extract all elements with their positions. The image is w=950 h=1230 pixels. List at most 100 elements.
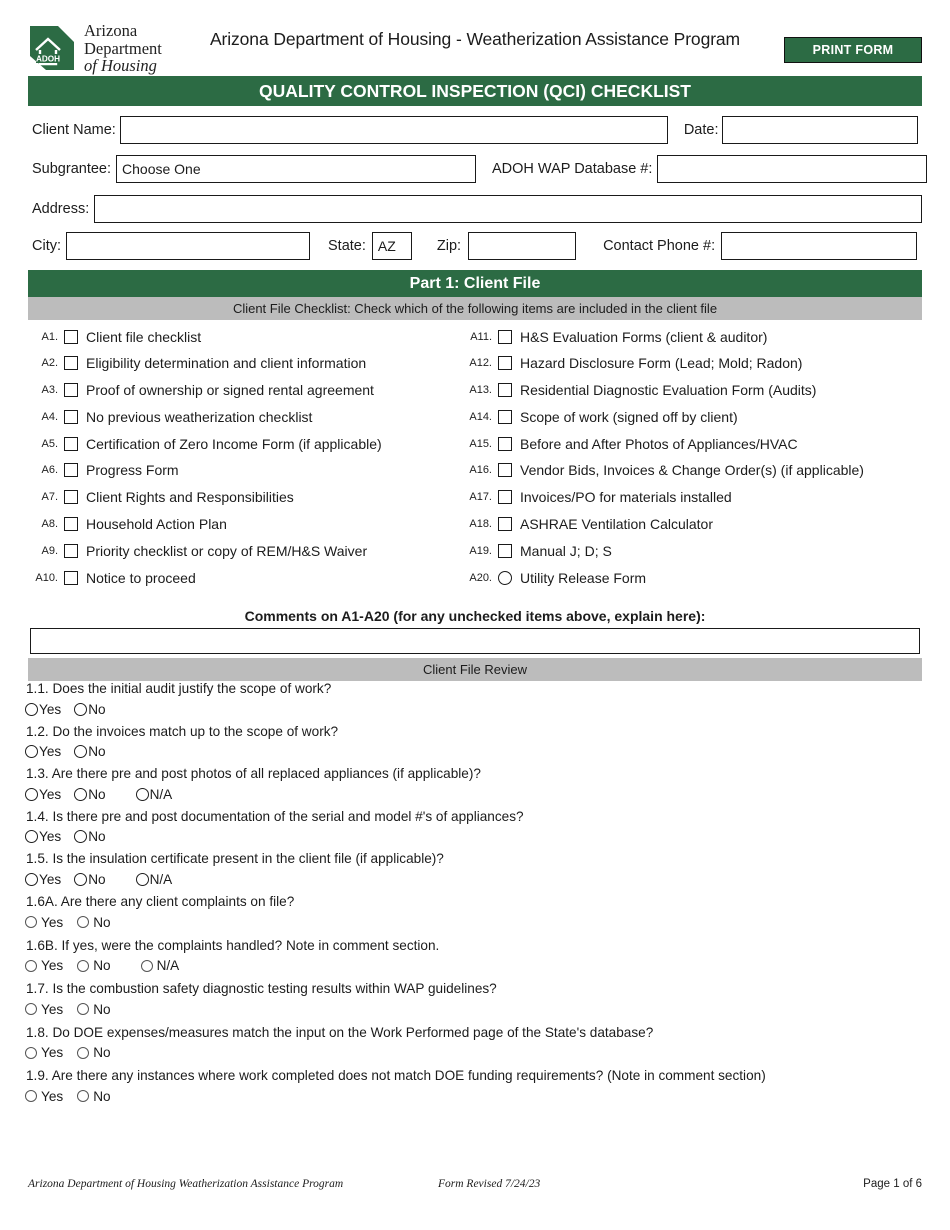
comments-input[interactable]: [30, 628, 920, 654]
option-yes[interactable]: Yes: [25, 1089, 63, 1104]
program-title: Arizona Department of Housing - Weatheri…: [209, 28, 741, 49]
checklist-checkbox-a17[interactable]: [498, 490, 512, 505]
footer-revision: Form Revised 7/24/23: [438, 1178, 541, 1190]
radio-no-icon[interactable]: [74, 702, 88, 716]
option-n-a[interactable]: N/A: [140, 958, 179, 973]
option-yes[interactable]: Yes: [25, 829, 61, 844]
checklist-checkbox-a12[interactable]: [498, 356, 512, 371]
option-label: N/A: [149, 786, 173, 802]
checklist-checkbox-a9[interactable]: [64, 543, 78, 558]
radio-no-icon[interactable]: [74, 872, 88, 886]
option-no[interactable]: No: [77, 1089, 111, 1104]
option-no[interactable]: No: [74, 829, 106, 844]
question-1-9: 1.9. Are there any instances where work …: [25, 1069, 925, 1104]
option-no[interactable]: No: [77, 1045, 111, 1060]
option-no[interactable]: No: [77, 958, 111, 973]
option-yes[interactable]: Yes: [25, 1002, 63, 1017]
radio-yes-icon[interactable]: [25, 745, 38, 759]
checklist-checkbox-a13[interactable]: [498, 383, 512, 398]
checklist-checkbox-a4[interactable]: [64, 409, 78, 424]
option-no[interactable]: No: [74, 872, 106, 887]
radio-n-a-icon[interactable]: [135, 872, 149, 886]
subgrantee-row: Subgrantee: Choose One ADOH WAP Database…: [32, 155, 928, 183]
address-input[interactable]: [94, 195, 923, 223]
checklist-item-number: A9.: [41, 544, 58, 557]
zip-input[interactable]: [468, 232, 577, 260]
checklist-checkbox-a5[interactable]: [64, 436, 78, 451]
checklist-checkbox-a10[interactable]: [64, 570, 78, 585]
option-yes[interactable]: Yes: [25, 958, 63, 973]
question-options: Yes No: [25, 702, 925, 717]
option-label: No: [88, 701, 106, 717]
checklist-checkbox-a1[interactable]: [64, 329, 78, 344]
checklist-instruction: Client File Checklist: Check which of th…: [28, 297, 922, 320]
contact-phone-input[interactable]: [721, 232, 918, 260]
date-input[interactable]: [722, 116, 919, 144]
option-label: No: [93, 914, 111, 930]
checklist-checkbox-a2[interactable]: [64, 356, 78, 371]
qci-checklist-page: ADOH Arizona Department of Housing Arizo…: [0, 0, 950, 1230]
subgrantee-select[interactable]: Choose One: [116, 155, 477, 183]
option-yes[interactable]: Yes: [25, 787, 61, 802]
client-name-input[interactable]: [119, 116, 668, 144]
checklist-item-a19: A19. Manual J; D; S: [462, 540, 922, 561]
radio-no-icon[interactable]: [74, 745, 88, 759]
checklist-checkbox-a6[interactable]: [64, 463, 78, 478]
radio-yes-icon[interactable]: [25, 1003, 37, 1016]
radio-no-icon[interactable]: [74, 787, 88, 801]
comments-heading: Comments on A1-A20 (for any unchecked it…: [244, 608, 706, 624]
radio-n-a-icon[interactable]: [140, 959, 153, 972]
checklist-checkbox-a3[interactable]: [64, 383, 78, 398]
checklist-checkbox-a15[interactable]: [498, 436, 512, 451]
checklist-item-number: A3.: [41, 384, 58, 397]
radio-yes-icon[interactable]: [25, 1090, 37, 1103]
checklist-checkbox-a11[interactable]: [498, 329, 512, 344]
print-form-button[interactable]: PRINT FORM: [784, 37, 922, 63]
radio-no-icon[interactable]: [77, 1003, 90, 1016]
radio-yes-icon[interactable]: [25, 702, 38, 716]
radio-yes-icon[interactable]: [25, 830, 38, 844]
option-yes[interactable]: Yes: [25, 744, 61, 759]
radio-yes-icon[interactable]: [25, 959, 37, 972]
checklist-item-a10: A10. Notice to proceed: [28, 567, 468, 588]
footer-org: Arizona Department of Housing Weatheriza…: [28, 1178, 344, 1190]
checklist-checkbox-a7[interactable]: [64, 490, 78, 505]
state-input[interactable]: AZ: [371, 232, 412, 260]
radio-yes-icon[interactable]: [25, 916, 37, 929]
checklist-checkbox-a14[interactable]: [498, 409, 512, 424]
radio-n-a-icon[interactable]: [135, 787, 149, 801]
question-options: Yes No N/A: [25, 958, 925, 973]
checklist-checkbox-a16[interactable]: [498, 463, 512, 478]
radio-yes-icon[interactable]: [25, 872, 38, 886]
checklist-checkbox-a18[interactable]: [498, 517, 512, 532]
option-no[interactable]: No: [77, 1002, 111, 1017]
question-text: 1.7. Is the combustion safety diagnostic…: [26, 981, 497, 997]
checklist-checkbox-a19[interactable]: [498, 543, 512, 558]
option-yes[interactable]: Yes: [25, 872, 61, 887]
option-yes[interactable]: Yes: [25, 1045, 63, 1060]
radio-no-icon[interactable]: [74, 830, 88, 844]
radio-no-icon[interactable]: [77, 959, 90, 972]
checklist-item-a5: A5. Certification of Zero Income Form (if…: [28, 433, 468, 454]
option-yes[interactable]: Yes: [25, 915, 63, 930]
option-yes[interactable]: Yes: [25, 702, 61, 717]
radio-no-icon[interactable]: [77, 1046, 90, 1059]
option-label: N/A: [149, 871, 173, 887]
checklist-checkbox-a8[interactable]: [64, 517, 78, 532]
radio-no-icon[interactable]: [77, 1090, 90, 1103]
radio-no-icon[interactable]: [77, 916, 90, 929]
option-no[interactable]: No: [74, 787, 106, 802]
option-n-a[interactable]: N/A: [135, 871, 173, 887]
checklist-radio-a20[interactable]: [498, 570, 512, 585]
radio-yes-icon[interactable]: [25, 1046, 37, 1059]
option-n-a[interactable]: N/A: [135, 786, 173, 802]
checklist-item-a11: A11. H&S Evaluation Forms (client & audit…: [462, 326, 922, 347]
logo-line-2: Department: [84, 38, 162, 58]
option-no[interactable]: No: [77, 914, 111, 930]
option-no[interactable]: No: [74, 744, 106, 759]
city-input[interactable]: [66, 232, 310, 260]
adoh-wap-database-input[interactable]: [657, 155, 928, 183]
option-no[interactable]: No: [74, 701, 106, 717]
radio-yes-icon[interactable]: [25, 787, 38, 801]
checklist-item-label: Hazard Disclosure Form (Lead; Mold; Rado…: [520, 355, 803, 372]
